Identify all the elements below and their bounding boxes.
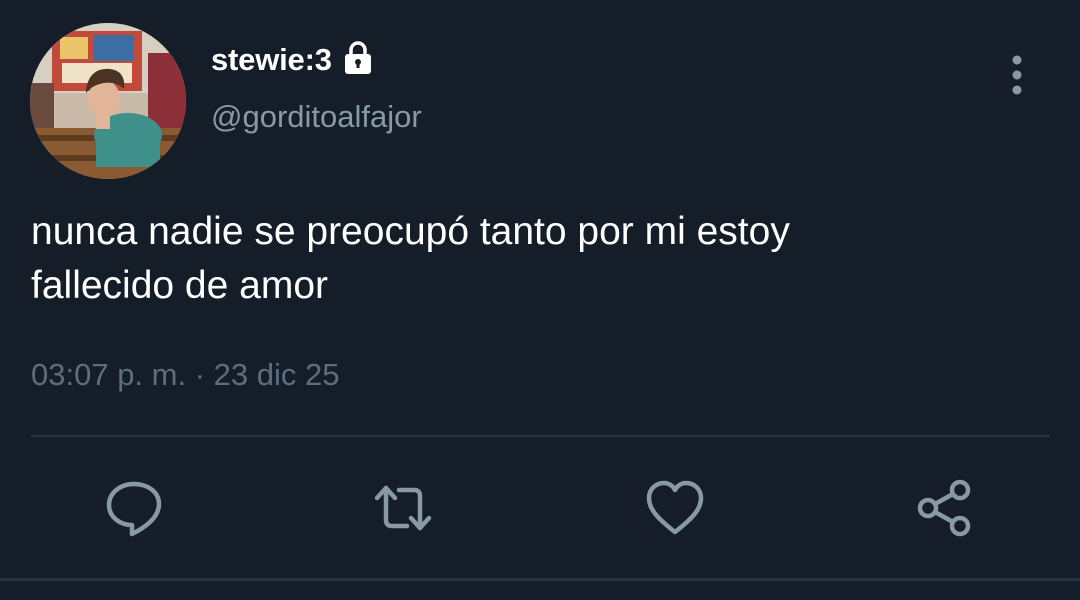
lock-icon: [342, 40, 374, 76]
share-button[interactable]: [914, 478, 974, 538]
avatar[interactable]: [30, 23, 186, 179]
tweet-timestamp[interactable]: 03:07 p. m. · 23 dic 25: [31, 357, 339, 393]
reply-button[interactable]: [104, 478, 164, 538]
like-button[interactable]: [645, 478, 705, 538]
user-name-row: stewie:3: [211, 38, 374, 82]
heart-icon: [646, 480, 704, 535]
more-vertical-icon[interactable]: [1000, 52, 1034, 100]
avatar-image: [30, 23, 186, 179]
user-handle[interactable]: @gorditoalfajor: [211, 99, 422, 135]
tweet-detail: stewie:3 @gorditoalfajor nunca nadie se …: [0, 0, 1080, 600]
share-icon: [917, 479, 971, 537]
display-name[interactable]: stewie:3: [211, 42, 332, 78]
bottom-divider: [0, 578, 1080, 581]
comment-icon: [106, 481, 162, 537]
retweet-icon: [374, 485, 432, 531]
retweet-button[interactable]: [373, 478, 433, 538]
divider: [31, 435, 1050, 437]
tweet-text: nunca nadie se preocupó tanto por mi est…: [31, 210, 790, 307]
